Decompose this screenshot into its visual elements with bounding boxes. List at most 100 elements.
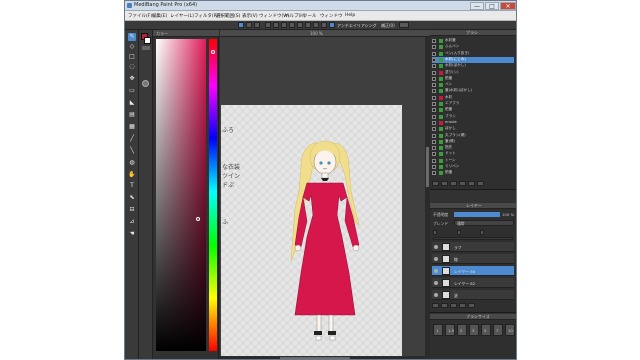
brush-visibility-checkbox[interactable]: [432, 39, 436, 43]
divide-tool-icon[interactable]: ⊟: [128, 206, 136, 214]
smudge-tool-icon[interactable]: ✋: [128, 171, 136, 179]
clipping-checkbox[interactable]: [457, 230, 461, 235]
brush-item[interactable]: ふんペン: [432, 44, 514, 50]
brush-tool-icon[interactable]: ╲: [128, 147, 136, 155]
minimize-button[interactable]: —: [470, 2, 484, 10]
select-pen-tool-icon[interactable]: ▦: [128, 123, 136, 131]
close-button[interactable]: ✕: [500, 2, 516, 10]
canvas-horizontal-scrollbar[interactable]: [220, 356, 425, 359]
menu-layer[interactable]: レイヤー(L): [170, 13, 194, 19]
brush-item[interactable]: ブラシ: [432, 114, 514, 120]
brush-visibility-checkbox[interactable]: [432, 152, 436, 157]
snap-button-6[interactable]: [305, 22, 311, 28]
sv-picker-handle[interactable]: [196, 217, 200, 221]
brush-visibility-checkbox[interactable]: [432, 57, 436, 62]
layer-row[interactable]: ラフ: [432, 242, 514, 252]
brush-size-button[interactable]: 1: [433, 324, 443, 336]
dropper-tool-icon[interactable]: ⊿: [128, 218, 136, 226]
brush-size-button[interactable]: 10: [505, 324, 515, 336]
layer-merge-button[interactable]: [459, 303, 466, 308]
brush-item[interactable]: 水彩: [432, 95, 514, 101]
brush-visibility-checkbox[interactable]: [432, 127, 436, 132]
brush-item[interactable]: ペン(入り抜き): [432, 51, 514, 57]
brush-item[interactable]: 鉛筆: [432, 170, 514, 176]
canvas-vertical-scroll-thumb[interactable]: [426, 147, 429, 187]
brush-visibility-checkbox[interactable]: [432, 45, 436, 50]
pen-tool-icon[interactable]: ✎: [128, 33, 136, 41]
layer-row[interactable]: 線: [432, 254, 514, 264]
brush-visibility-checkbox[interactable]: [432, 51, 436, 56]
brush-visibility-checkbox[interactable]: [432, 120, 436, 125]
opacity-slider[interactable]: [454, 212, 500, 217]
brush-visibility-checkbox[interactable]: [432, 114, 436, 119]
brush-item[interactable]: 水彩(ぼかし): [432, 63, 514, 69]
brush-visibility-checkbox[interactable]: [432, 95, 436, 100]
brush-item[interactable]: 鉛筆: [432, 107, 514, 113]
brush-visibility-checkbox[interactable]: [432, 133, 436, 138]
brush-visibility-checkbox[interactable]: [432, 158, 436, 163]
menu-file[interactable]: ファイル(F): [128, 13, 152, 19]
eye-icon[interactable]: [434, 257, 438, 261]
blend-mode-select[interactable]: 通常: [454, 220, 514, 226]
drawing-canvas[interactable]: [221, 105, 402, 359]
menu-select[interactable]: 選択範囲(S): [216, 13, 240, 19]
hue-picker-handle[interactable]: [211, 50, 215, 54]
snap-button-7[interactable]: [313, 22, 319, 28]
operation-tool-icon[interactable]: ⬉: [128, 194, 136, 202]
color-circle-icon[interactable]: [142, 80, 149, 87]
eye-icon[interactable]: [434, 245, 438, 249]
brush-item[interactable]: 鉛筆: [432, 76, 514, 82]
selection-tool-icon[interactable]: □: [128, 53, 136, 61]
blur-tool-icon[interactable]: ◍: [128, 159, 136, 167]
layer-delete-button[interactable]: [468, 303, 475, 308]
menu-filter[interactable]: フィルタ(R): [194, 13, 219, 19]
brush-mode-button[interactable]: [238, 22, 244, 28]
snap-button-1[interactable]: [265, 22, 271, 28]
menu-window-2[interactable]: ウィンドウ: [320, 13, 343, 19]
brush-settings-button[interactable]: [459, 181, 466, 186]
brush-item[interactable]: 水彩(にじみ): [432, 56, 514, 63]
brush-visibility-checkbox[interactable]: [432, 171, 436, 176]
canvas-area[interactable]: 100 % ふろ な衣装 ツイン ドぷ ふ: [220, 30, 430, 359]
brush-item[interactable]: トーン: [432, 158, 514, 164]
brush-visibility-checkbox[interactable]: [432, 146, 436, 151]
layer-copy-button[interactable]: [450, 303, 457, 308]
protect-alpha-checkbox[interactable]: [433, 230, 437, 235]
swap-colors-icon[interactable]: [142, 46, 150, 50]
brush-item[interactable]: 丸ブラシ(硬): [432, 133, 514, 139]
brush-visibility-checkbox[interactable]: [432, 64, 436, 69]
eye-icon[interactable]: [434, 293, 438, 297]
mode-button-3[interactable]: [254, 22, 260, 28]
mode-button-2[interactable]: [246, 22, 252, 28]
menu-tool[interactable]: ツール: [303, 13, 317, 19]
menu-help-en[interactable]: Help: [345, 13, 355, 18]
gradient-tool-icon[interactable]: ▤: [128, 111, 136, 119]
brush-visibility-checkbox[interactable]: [432, 70, 436, 75]
brush-size-button[interactable]: 1.5: [445, 324, 455, 336]
brush-item[interactable]: ensole: [432, 120, 514, 126]
brush-size-button[interactable]: 5: [481, 324, 491, 336]
eye-icon[interactable]: [434, 281, 438, 285]
brush-import-button[interactable]: [468, 181, 475, 186]
snap-button-8[interactable]: [321, 22, 327, 28]
brush-export-button[interactable]: [477, 181, 484, 186]
hand-tool-icon[interactable]: ☚: [128, 230, 136, 238]
text-tool-icon[interactable]: T: [128, 182, 136, 190]
hue-slider[interactable]: [209, 39, 217, 351]
brush-item[interactable]: ドット: [432, 151, 514, 157]
snap-button-2[interactable]: [273, 22, 279, 28]
saturation-value-box[interactable]: [156, 39, 206, 351]
brush-item[interactable]: 筆(水彩)(ぼかし): [432, 88, 514, 94]
brush-visibility-checkbox[interactable]: [432, 108, 436, 113]
brush-item[interactable]: 指先: [432, 145, 514, 151]
layer-add-button[interactable]: [432, 303, 439, 308]
eraser-tool-icon[interactable]: ◇: [128, 43, 136, 51]
snap-button-4[interactable]: [289, 22, 295, 28]
layer-row[interactable]: レイヤー 82: [432, 278, 514, 288]
snap-button-5[interactable]: [297, 22, 303, 28]
brush-size-button[interactable]: 3: [469, 324, 479, 336]
layer-row[interactable]: 塗: [432, 290, 514, 300]
move-tool-icon[interactable]: ✥: [128, 75, 136, 83]
brush-size-button[interactable]: 2: [457, 324, 467, 336]
brush-item[interactable]: 塗り(シ): [432, 70, 514, 76]
